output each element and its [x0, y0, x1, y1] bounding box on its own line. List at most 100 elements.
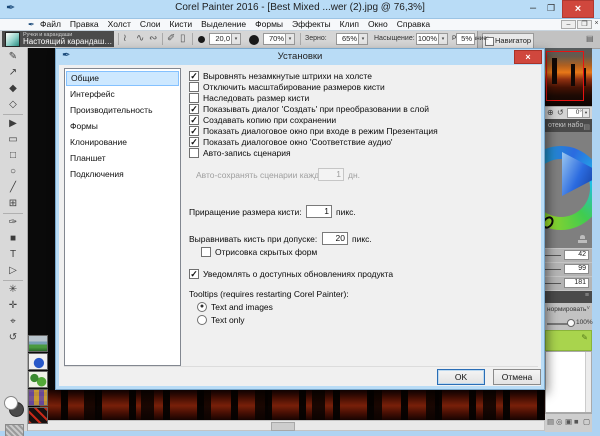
layer-command-icon[interactable]: ▣ [565, 417, 572, 426]
minimize-button[interactable]: – [524, 0, 542, 18]
tab-navigator[interactable]: Навигатор [482, 33, 534, 48]
menu-effects[interactable]: Эффекты [292, 19, 331, 30]
dialog-close-button[interactable]: × [514, 50, 542, 64]
color-wells[interactable] [4, 396, 24, 416]
menu-shapes[interactable]: Формы [255, 19, 283, 30]
panel-options-icon[interactable]: ▤ [586, 34, 594, 43]
align-tolerance-field[interactable]: 20 [322, 232, 348, 245]
menu-help[interactable]: Справка [397, 19, 430, 30]
paper-selector[interactable] [5, 424, 24, 436]
checkbox-audio-dialog[interactable]: ✓ [189, 137, 199, 147]
checkbox-show-create-dialog[interactable]: ✓ [189, 104, 199, 114]
mdi-restore-button[interactable]: ❐ [577, 20, 592, 29]
spinner-icon[interactable]: ▾ [438, 34, 447, 44]
maximize-button[interactable]: ❐ [542, 0, 560, 18]
mdi-minimize-button[interactable]: – [561, 20, 576, 29]
radio-text-and-images[interactable]: ● [197, 302, 207, 312]
brush-selector[interactable]: Ручки и карандаши Настоящий карандаш… [2, 31, 114, 47]
navigator-preview[interactable] [545, 48, 592, 106]
layer-command-icon[interactable]: ◎ [556, 417, 563, 426]
slider-track[interactable] [545, 269, 561, 270]
canvas-image[interactable] [27, 390, 545, 420]
radio-text-only[interactable] [197, 315, 207, 325]
menu-select[interactable]: Выделение [201, 19, 246, 30]
checkbox-notify-updates[interactable]: ✓ [189, 269, 199, 279]
spinner-icon[interactable]: ▾ [285, 34, 294, 44]
grain-field[interactable]: 65% ▾ [336, 33, 368, 45]
menu-edit[interactable]: Правка [70, 19, 99, 30]
pen-tool-icon[interactable]: ✑ [0, 216, 26, 230]
magnifier-tool-icon[interactable]: ⌖ [0, 315, 26, 329]
horizontal-scrollbar[interactable] [27, 420, 545, 431]
spinner-icon[interactable]: ▾ [358, 34, 367, 44]
new-layer-icon[interactable]: ▢ [583, 417, 590, 426]
library-panel-tab[interactable]: отеки набо ▤ [545, 119, 592, 132]
red-value-field[interactable]: 42 [564, 250, 589, 260]
flow-map-selector-swatch[interactable] [28, 353, 48, 370]
text-tool-icon[interactable]: T [0, 248, 26, 262]
rotation-field[interactable]: 0° ▾ [567, 108, 590, 118]
layer-command-icon[interactable]: ▤ [547, 417, 554, 426]
mirror-painting-tool-icon[interactable]: ✳ [0, 283, 26, 297]
category-performance[interactable]: Производительность [66, 103, 183, 118]
stroke-curve2-icon[interactable]: ∾ [149, 33, 157, 45]
blend-mode-dropdown[interactable]: нормировать ˅ [545, 303, 592, 316]
stroke-curve-icon[interactable]: ∿ [136, 33, 144, 45]
layer-command-icon[interactable]: ■ [574, 417, 579, 426]
category-interface[interactable]: Интерфейс [66, 87, 183, 102]
vertical-scrollbar[interactable] [585, 352, 591, 412]
menu-movie[interactable]: Клип [340, 19, 359, 30]
opacity-field[interactable]: 70% ▾ [263, 33, 295, 45]
category-general[interactable]: Общие [66, 71, 179, 86]
category-cloning[interactable]: Клонирование [66, 135, 183, 150]
menu-layers[interactable]: Слои [140, 19, 161, 30]
layers-list[interactable] [545, 351, 592, 413]
checkbox-disable-brush-scaling[interactable] [189, 82, 199, 92]
rect-select-tool-icon[interactable]: □ [0, 149, 26, 163]
crop-tool-icon[interactable]: ⊞ [0, 197, 26, 211]
panel-menu-icon[interactable]: ≡ [585, 292, 589, 299]
saturation-field[interactable]: 100% ▾ [416, 33, 448, 45]
green-value-field[interactable]: 99 [564, 264, 589, 274]
blue-value-field[interactable]: 181 [564, 278, 589, 288]
close-button[interactable]: × [562, 0, 594, 18]
menu-window[interactable]: Окно [368, 19, 388, 30]
rotate-icon[interactable]: ↺ [557, 108, 564, 117]
weave-selector-swatch[interactable] [28, 389, 48, 406]
layer-adjuster-tool-icon[interactable]: ▶ [0, 117, 26, 131]
eraser-tool-icon[interactable]: ◇ [0, 98, 26, 112]
shape-select-tool-icon[interactable]: ▷ [0, 264, 26, 278]
checkbox-align-strokes[interactable]: ✓ [189, 71, 199, 81]
rotate-page-tool-icon[interactable]: ↺ [0, 331, 26, 345]
ok-button[interactable]: OK [437, 369, 485, 385]
category-connections[interactable]: Подключения [66, 167, 183, 182]
paint-bucket-tool-icon[interactable]: ◆ [0, 82, 26, 96]
color-swatch-row[interactable]: ✎ [545, 330, 592, 351]
clone-color-stamp-icon[interactable] [578, 235, 587, 244]
brush-tool-icon[interactable]: ✎ [0, 50, 26, 64]
hand-tool-icon[interactable]: ✛ [0, 299, 26, 313]
layers-panel-header[interactable]: ≡ [545, 291, 592, 303]
spinner-icon[interactable]: ▾ [231, 34, 240, 44]
cancel-button[interactable]: Отмена [493, 369, 541, 385]
checkbox-inherit-brush-size[interactable] [189, 93, 199, 103]
navigator-view-rectangle[interactable] [546, 51, 584, 101]
straight-line-icon[interactable]: ▯ [180, 33, 186, 45]
freehand-icon[interactable]: ✐ [167, 33, 175, 45]
main-color-well[interactable] [4, 396, 18, 410]
slider-track[interactable] [545, 255, 561, 256]
category-shapes[interactable]: Формы [66, 119, 183, 134]
magic-wand-tool-icon[interactable]: ╱ [0, 181, 26, 195]
slider-knob[interactable] [567, 319, 575, 327]
stroke-style-icon[interactable]: ≀ [123, 33, 127, 45]
checkbox-presentation-dialog[interactable]: ✓ [189, 126, 199, 136]
transform-tool-icon[interactable]: ▭ [0, 133, 26, 147]
checkbox-auto-record-script[interactable] [189, 148, 199, 158]
look-selector-swatch[interactable] [28, 407, 48, 424]
zoom-icon[interactable]: ⊕ [547, 108, 554, 117]
mdi-close-button[interactable]: × [593, 20, 600, 29]
slider-track[interactable] [545, 283, 561, 284]
lasso-tool-icon[interactable]: ○ [0, 165, 26, 179]
gradient-selector-swatch[interactable] [28, 335, 48, 352]
bleed-field[interactable]: 5% [456, 33, 475, 45]
